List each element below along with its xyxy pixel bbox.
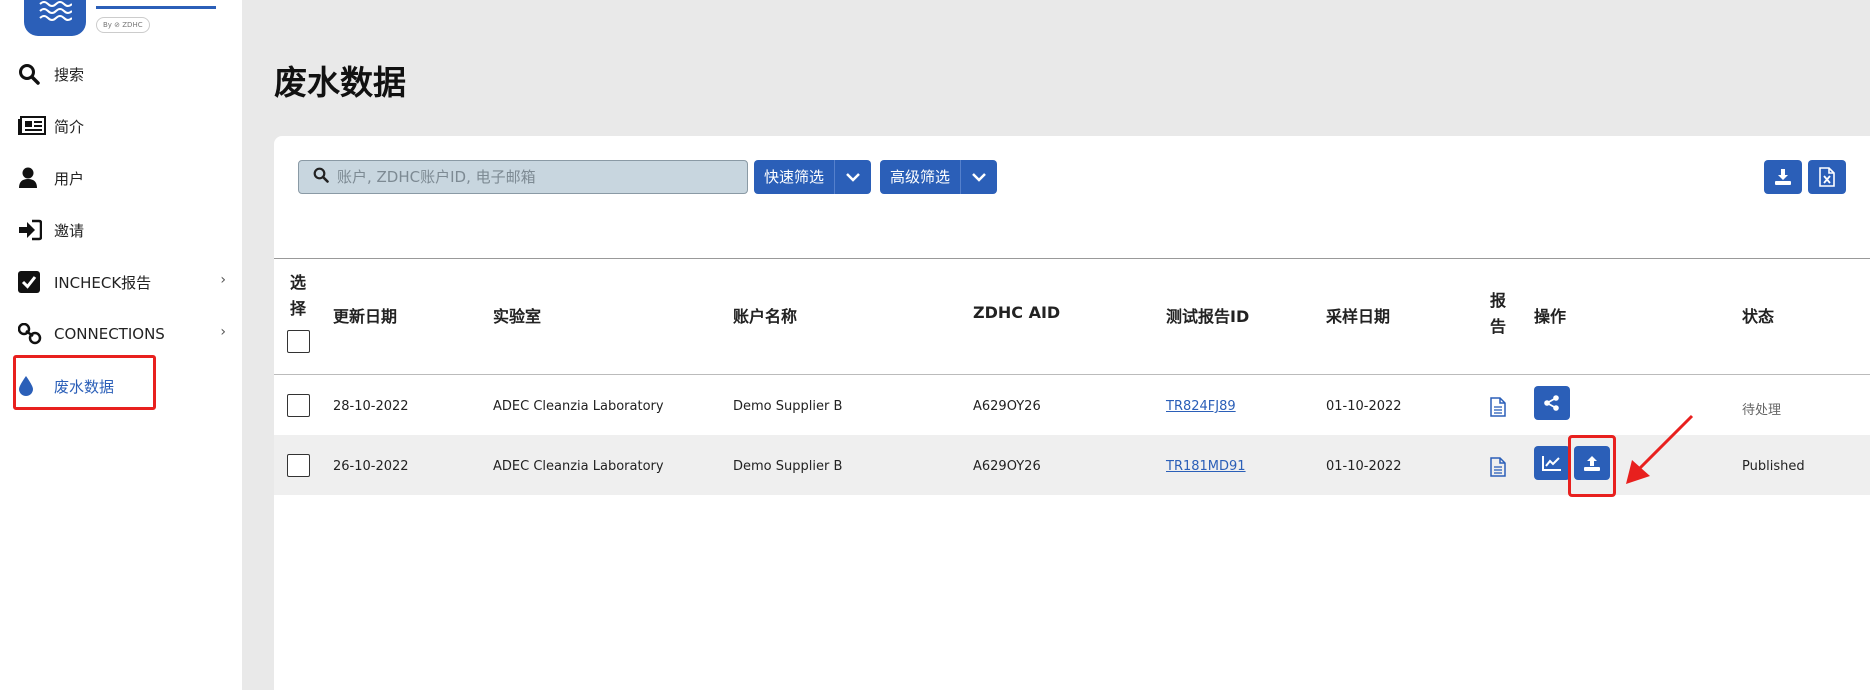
col-header-status[interactable]: 状态	[1742, 303, 1774, 327]
logo-badge: By ⊘ ZDHC	[96, 17, 150, 33]
select-all-checkbox[interactable]	[287, 330, 310, 353]
cell-sample-date: 01-10-2022	[1326, 399, 1402, 414]
col-header-account[interactable]: 账户名称	[733, 303, 797, 327]
row-checkbox[interactable]	[287, 454, 310, 477]
row-checkbox[interactable]	[287, 394, 310, 417]
checkbox-icon	[14, 270, 48, 294]
document-icon[interactable]	[1490, 397, 1506, 421]
share-icon	[1544, 395, 1559, 411]
sidebar-item-connections[interactable]: CONNECTIONS ›	[14, 312, 236, 356]
sidebar-item-label: 简介	[54, 117, 85, 136]
user-icon	[14, 166, 48, 190]
sidebar-item-search[interactable]: 搜索	[14, 52, 236, 96]
quick-filter-dropdown[interactable]	[835, 160, 872, 194]
advanced-filter-group[interactable]: 高级筛选	[880, 160, 998, 194]
sign-in-icon	[14, 218, 48, 242]
page-title: 废水数据	[274, 63, 406, 102]
cell-aid: A629OY26	[973, 459, 1041, 474]
line-chart-icon	[1542, 456, 1561, 471]
table-top-border	[274, 258, 1870, 259]
chevron-down-icon	[972, 173, 986, 182]
search-input[interactable]	[337, 168, 737, 186]
excel-icon	[1819, 167, 1835, 187]
download-icon	[1775, 169, 1791, 185]
download-button[interactable]	[1764, 160, 1802, 194]
col-header-report-id[interactable]: 测试报告ID	[1166, 303, 1249, 327]
col-header-lab[interactable]: 实验室	[493, 303, 541, 327]
search-icon	[313, 167, 329, 187]
link-icon	[14, 322, 48, 346]
cell-sample-date: 01-10-2022	[1326, 459, 1402, 474]
cell-updated: 28-10-2022	[333, 399, 409, 414]
cell-lab: ADEC Cleanzia Laboratory	[493, 459, 664, 474]
sidebar-item-intro[interactable]: 简介	[14, 104, 236, 148]
quick-filter-button[interactable]: 快速筛选	[754, 160, 836, 194]
col-header-actions: 操作	[1534, 307, 1567, 326]
app-logo[interactable]: By ⊘ ZDHC	[18, 0, 218, 40]
cell-account: Demo Supplier B	[733, 399, 843, 414]
cell-aid: A629OY26	[973, 399, 1041, 414]
search-icon	[14, 62, 48, 86]
chevron-down-icon	[846, 173, 860, 182]
col-header-updated[interactable]: 更新日期	[333, 303, 397, 327]
chevron-right-icon: ›	[220, 272, 226, 288]
quick-filter-group[interactable]: 快速筛选	[754, 160, 872, 194]
sidebar-item-label: INCHECK报告	[54, 273, 152, 292]
chevron-right-icon: ›	[220, 324, 226, 340]
sidebar-item-label: 搜索	[54, 65, 85, 84]
sidebar: By ⊘ ZDHC 搜索 简介 用户 邀请 INCHECK报告 › CONNEC…	[0, 0, 242, 690]
status-badge: 待处理	[1742, 403, 1782, 418]
main-panel: 快速筛选 高级筛选 选择 更新日期 实验室 账户名称 ZDHC AID 测试报告…	[274, 136, 1870, 690]
cell-lab: ADEC Cleanzia Laboratory	[493, 399, 664, 414]
newspaper-icon	[14, 114, 48, 138]
document-icon[interactable]	[1490, 457, 1506, 481]
search-box[interactable]	[298, 160, 748, 194]
col-header-select: 选择	[290, 273, 307, 318]
cell-updated: 26-10-2022	[333, 459, 409, 474]
col-header-aid[interactable]: ZDHC AID	[973, 303, 1060, 322]
sidebar-item-label: 用户	[54, 169, 85, 188]
highlight-annotation	[13, 355, 156, 410]
sidebar-item-users[interactable]: 用户	[14, 156, 236, 200]
sidebar-item-incheck[interactable]: INCHECK报告 ›	[14, 260, 236, 304]
excel-export-button[interactable]	[1808, 160, 1846, 194]
cell-report-id-link[interactable]: TR181MD91	[1166, 459, 1246, 474]
status-badge: Published	[1742, 459, 1805, 474]
advanced-filter-button[interactable]: 高级筛选	[880, 160, 962, 194]
share-button[interactable]	[1534, 386, 1570, 420]
highlight-annotation	[1568, 435, 1616, 497]
cell-report-id-link[interactable]: TR824FJ89	[1166, 399, 1236, 414]
chart-button[interactable]	[1534, 446, 1570, 480]
advanced-filter-dropdown[interactable]	[961, 160, 998, 194]
logo-underline	[96, 6, 216, 9]
sidebar-item-label: CONNECTIONS	[54, 325, 165, 343]
col-header-report: 报告	[1490, 291, 1507, 336]
col-header-sample-date[interactable]: 采样日期	[1326, 303, 1390, 327]
logo-wave-icon	[24, 0, 86, 36]
arrow-annotation	[1626, 414, 1694, 484]
sidebar-item-label: 邀请	[54, 221, 85, 240]
cell-account: Demo Supplier B	[733, 459, 843, 474]
sidebar-item-invite[interactable]: 邀请	[14, 208, 236, 252]
